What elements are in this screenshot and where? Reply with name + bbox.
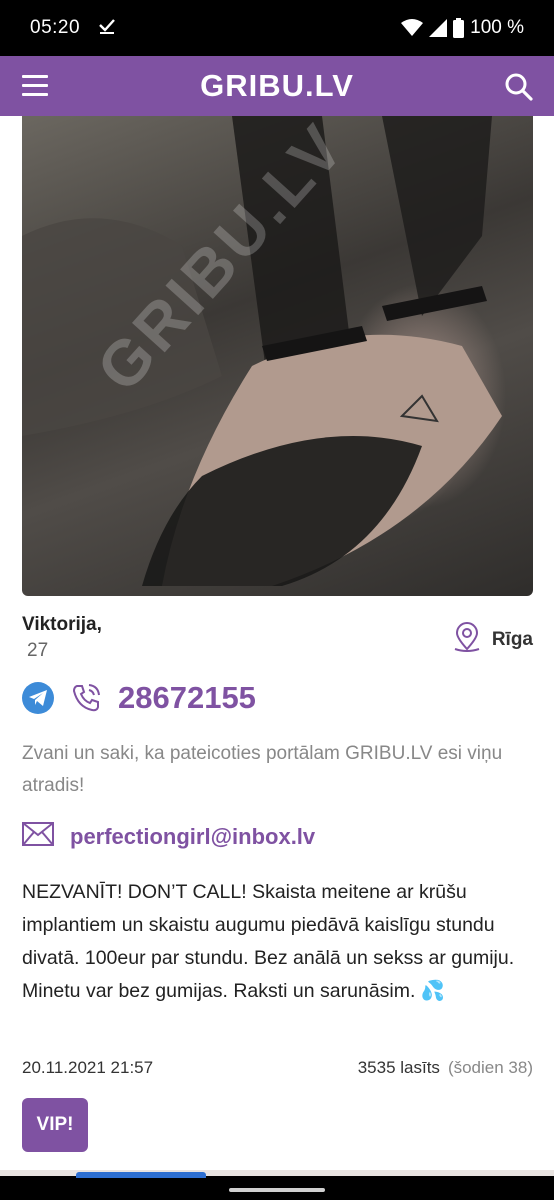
read-count: 3535 lasīts (šodien 38): [358, 1058, 533, 1078]
telegram-icon[interactable]: [22, 682, 54, 714]
email-link[interactable]: perfectiongirl@inbox.lv: [22, 822, 315, 851]
read-total: 3535 lasīts: [357, 1058, 440, 1077]
status-bar: 05:20 100 %: [0, 0, 554, 56]
phone-icon[interactable]: [70, 682, 102, 714]
status-icons: 100 %: [401, 17, 524, 39]
profile-name: Viktorija,: [22, 614, 102, 635]
email-text: perfectiongirl@inbox.lv: [70, 823, 316, 849]
battery-icon: [453, 18, 465, 38]
status-time: 05:20: [30, 17, 81, 38]
portal-hint: Zvani un saki, ka pateicoties portālam G…: [22, 743, 503, 796]
search-icon[interactable]: [504, 72, 534, 102]
profile-age: 27: [27, 640, 49, 661]
wifi-icon: [401, 19, 424, 37]
read-today: (šodien 38): [447, 1058, 533, 1077]
location[interactable]: Rīga: [452, 622, 533, 657]
vip-button[interactable]: VIP!: [22, 1098, 88, 1152]
battery-percent: 100 %: [470, 17, 524, 38]
site-logo[interactable]: GRIBU.LV: [200, 68, 354, 104]
navigation-bar: [0, 1170, 554, 1200]
post-date: 20.11.2021 21:57: [22, 1058, 154, 1077]
phone-number[interactable]: 28672155: [118, 680, 256, 716]
profile-photo[interactable]: GRIBU.LV: [22, 116, 533, 596]
location-pin-icon: [452, 622, 482, 657]
location-text: Rīga: [491, 628, 533, 650]
next-card-accent: [76, 1172, 206, 1178]
hamburger-icon[interactable]: [22, 75, 48, 97]
check-icon: [98, 17, 116, 40]
envelope-icon: [22, 822, 54, 851]
app-header: GRIBU.LV: [0, 56, 554, 116]
ad-description: NEZVANĪT! DON’T CALL! Skaista meitene ar…: [22, 881, 515, 1002]
contact-row: 28672155: [22, 680, 256, 716]
signal-icon: [429, 19, 448, 37]
home-indicator[interactable]: [229, 1188, 325, 1192]
